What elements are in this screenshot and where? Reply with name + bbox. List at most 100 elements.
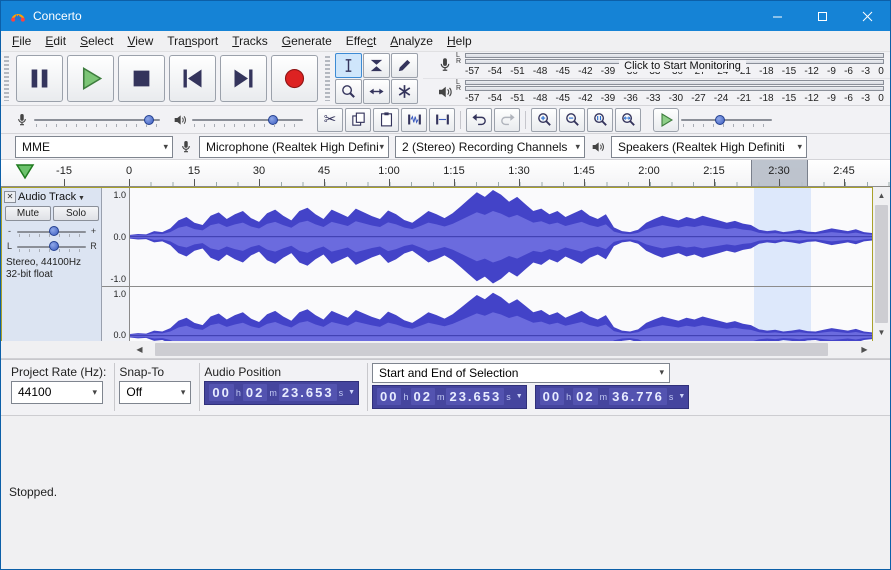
play-button[interactable] bbox=[67, 55, 114, 102]
scroll-up-icon[interactable]: ▲ bbox=[873, 187, 890, 204]
snap-to-select[interactable]: Off bbox=[119, 380, 192, 404]
menu-item-select[interactable]: Select bbox=[73, 32, 120, 50]
project-rate-select[interactable]: 44100 bbox=[11, 380, 103, 404]
output-device-icon bbox=[592, 141, 604, 152]
selection-start-field[interactable]: 00 h 02 m 23.653 s bbox=[372, 384, 527, 409]
audio-track[interactable]: ✕ Audio Track Mute Solo - + L R bbox=[1, 187, 873, 341]
vertical-scroll-thumb[interactable] bbox=[875, 205, 888, 323]
timeline-play-pin-icon[interactable] bbox=[15, 164, 35, 180]
play-speed-thumb[interactable] bbox=[715, 114, 726, 125]
multi-tool-button[interactable] bbox=[391, 78, 418, 104]
envelope-tool-button[interactable] bbox=[363, 52, 390, 78]
timebox-dropdown-icon[interactable] bbox=[678, 393, 685, 400]
tools-toolbar-grip[interactable] bbox=[325, 56, 330, 101]
scroll-left-icon[interactable]: ◀ bbox=[131, 340, 148, 358]
audio-position-field[interactable]: 00 h 02 m 23.653 s bbox=[204, 380, 360, 405]
menu-item-help[interactable]: Help bbox=[440, 32, 479, 50]
zoom-out-button[interactable] bbox=[559, 107, 585, 132]
window-title: Concerto bbox=[33, 9, 82, 23]
minimize-button[interactable] bbox=[755, 1, 800, 31]
paste-button[interactable] bbox=[373, 107, 399, 132]
gain-slider[interactable] bbox=[15, 224, 88, 238]
solo-button[interactable]: Solo bbox=[53, 206, 99, 221]
waveform-channel-right[interactable] bbox=[130, 286, 872, 341]
app-window: Concerto File Edit Select View Transport Trac… bbox=[0, 0, 891, 570]
audio-host-select[interactable]: MME bbox=[15, 135, 173, 158]
menu-item-view[interactable]: View bbox=[120, 32, 160, 50]
db-scale-value: -36 bbox=[623, 92, 638, 104]
mute-button[interactable]: Mute bbox=[5, 206, 51, 221]
fit-project-button[interactable] bbox=[615, 107, 641, 132]
scroll-right-icon[interactable]: ▶ bbox=[856, 340, 873, 358]
play-at-speed-button[interactable] bbox=[653, 107, 679, 132]
db-scale-value: -21 bbox=[736, 92, 751, 104]
timebox-dropdown-icon[interactable] bbox=[348, 389, 355, 396]
menu-item-tracks[interactable]: Tracks bbox=[225, 32, 275, 50]
gain-min-label: - bbox=[8, 226, 11, 236]
horizontal-scroll-thumb[interactable] bbox=[155, 342, 828, 356]
playback-meter[interactable]: L R -57 -54 -51 -48 -45 -42 -39 -36 -33 -30 -27 -24… bbox=[423, 79, 890, 105]
undo-button[interactable] bbox=[466, 107, 492, 132]
horizontal-scrollbar[interactable]: ◀ ▶ bbox=[1, 340, 890, 359]
db-scale-value: -51 bbox=[510, 65, 525, 77]
gain-thumb[interactable] bbox=[48, 226, 59, 236]
skip-to-end-button[interactable] bbox=[220, 55, 267, 102]
record-button[interactable] bbox=[271, 55, 318, 102]
menu-item-file[interactable]: File bbox=[5, 32, 38, 50]
waveform-area[interactable] bbox=[130, 188, 872, 341]
transport-toolbar bbox=[12, 52, 322, 105]
menu-item-transport[interactable]: Transport bbox=[160, 32, 225, 50]
trim-audio-button[interactable] bbox=[401, 107, 427, 132]
selection-mode-select[interactable]: Start and End of Selection bbox=[372, 362, 671, 383]
playback-volume-slider[interactable] bbox=[190, 112, 305, 128]
selection-tool-button[interactable] bbox=[335, 52, 362, 78]
silence-audio-button[interactable] bbox=[429, 107, 455, 132]
vertical-scrollbar[interactable]: ▲ ▼ bbox=[873, 187, 890, 341]
pause-button[interactable] bbox=[16, 55, 63, 102]
db-scale-value: -18 bbox=[759, 92, 774, 104]
recording-volume-slider[interactable] bbox=[32, 112, 162, 128]
playback-device-select[interactable]: Speakers (Realtek High Definiti bbox=[611, 135, 807, 158]
recording-device-select[interactable]: Microphone (Realtek High Defini bbox=[199, 135, 389, 158]
monitoring-hint[interactable]: Click to Start Monitoring bbox=[619, 59, 746, 72]
vertical-scale-ruler[interactable]: 1.0 0.0 -1.0 1.0 0.0 -1.0 bbox=[102, 188, 130, 341]
recording-volume-thumb[interactable] bbox=[143, 114, 154, 125]
close-button[interactable] bbox=[845, 1, 890, 31]
recording-meter[interactable]: L R -57-54-51-48-45-42-39-36-33-30-27-24… bbox=[423, 52, 890, 79]
menu-item-edit[interactable]: Edit bbox=[38, 32, 73, 50]
db-scale-value: -6 bbox=[844, 65, 853, 77]
draw-tool-button[interactable] bbox=[391, 52, 418, 78]
timeline-ruler[interactable]: -15 0 15 30 45 1:00 1:15 1:30 1:45 2:00 2:15 2:30 2:… bbox=[1, 160, 890, 187]
audio-track-name-menu[interactable]: Audio Track bbox=[18, 191, 85, 203]
skip-to-start-button[interactable] bbox=[169, 55, 216, 102]
fit-selection-button[interactable] bbox=[587, 107, 613, 132]
waveform-channel-left[interactable] bbox=[130, 188, 872, 287]
db-scale-value: -15 bbox=[781, 92, 797, 104]
menu-bar[interactable]: File Edit Select View Transport Tracks Generat… bbox=[1, 31, 890, 52]
maximize-button[interactable] bbox=[800, 1, 845, 31]
audio-track-control-panel: ✕ Audio Track Mute Solo - + L R bbox=[2, 188, 102, 341]
redo-button[interactable] bbox=[494, 107, 520, 132]
menu-item-analyze[interactable]: Analyze bbox=[383, 32, 440, 50]
pan-thumb[interactable] bbox=[48, 241, 59, 251]
pan-slider[interactable] bbox=[15, 239, 88, 253]
audio-track-close-icon[interactable]: ✕ bbox=[4, 190, 16, 203]
zoom-in-button[interactable] bbox=[531, 107, 557, 132]
recording-channels-select[interactable]: 2 (Stereo) Recording Channels bbox=[395, 135, 585, 158]
menu-item-effect[interactable]: Effect bbox=[339, 32, 383, 50]
menu-item-generate[interactable]: Generate bbox=[275, 32, 339, 50]
playback-volume-thumb[interactable] bbox=[268, 114, 279, 125]
track-area[interactable]: ✕ Audio Track Mute Solo - + L R bbox=[1, 187, 890, 341]
track-format-line2: 32-bit float bbox=[6, 269, 53, 280]
transport-toolbar-grip[interactable] bbox=[4, 56, 9, 101]
play-speed-slider[interactable] bbox=[679, 112, 774, 128]
zoom-tool-button[interactable] bbox=[335, 78, 362, 104]
stop-button[interactable] bbox=[118, 55, 165, 102]
horizontal-scroll-track[interactable] bbox=[148, 340, 856, 358]
cut-button[interactable]: ✂ bbox=[317, 107, 343, 132]
time-shift-tool-button[interactable] bbox=[363, 78, 390, 104]
scroll-down-icon[interactable]: ▼ bbox=[873, 323, 890, 341]
selection-end-field[interactable]: 00 h 02 m 36.776 s bbox=[534, 384, 690, 409]
copy-button[interactable] bbox=[345, 107, 371, 132]
timebox-dropdown-icon[interactable] bbox=[516, 393, 523, 400]
